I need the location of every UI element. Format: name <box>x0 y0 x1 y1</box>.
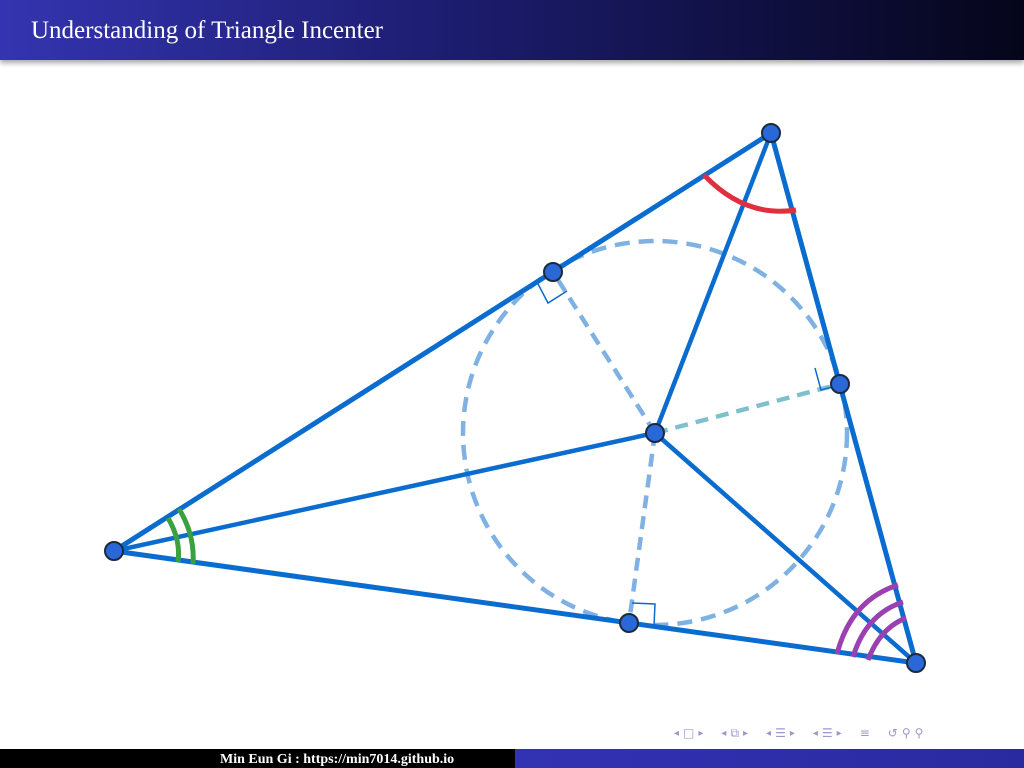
slide-icon[interactable]: ☰ <box>822 726 833 740</box>
section-icon[interactable]: ☰ <box>775 726 786 740</box>
bisector-from-left-vertex <box>113 430 656 554</box>
vertex-right <box>906 653 926 673</box>
footer-author: Min Eun Gi : https://min7014.github.io <box>220 752 455 767</box>
appendix-icon[interactable]: ≡ <box>860 726 870 740</box>
nav-slide-group[interactable]: ◂ ☰ ▸ <box>811 726 844 740</box>
radius-to-bottom-tangent <box>626 432 658 624</box>
beamer-navigation: ◂ □ ▸ ◂ ⧉ ▸ ◂ ☰ ▸ ◂ ☰ ▸ ≡ ↺ ⚲ ⚲ <box>672 724 939 742</box>
arrow-right-icon[interactable]: ▸ <box>837 728 842 739</box>
vertex-left <box>104 541 124 561</box>
vertex-top <box>761 123 781 143</box>
back-icon[interactable]: ↺ <box>888 726 898 740</box>
search-forward-icon[interactable]: ⚲ <box>915 726 924 740</box>
incenter-point <box>645 423 665 443</box>
slide: Understanding of Triangle Incenter ◂ □ ▸… <box>0 0 1024 768</box>
footer-right <box>515 749 1024 768</box>
arrow-right-icon[interactable]: ▸ <box>743 728 748 739</box>
arrow-right-icon[interactable]: ▸ <box>698 728 703 739</box>
footer-left: Min Eun Gi : https://min7014.github.io <box>0 749 515 768</box>
nav-subsection-group[interactable]: ◂ ⧉ ▸ <box>719 726 750 741</box>
nav-appendix[interactable]: ≡ <box>858 726 872 740</box>
frame-icon[interactable]: □ <box>683 726 694 740</box>
radius-to-right-tangent <box>654 381 841 436</box>
tangent-point-top <box>543 262 563 282</box>
arrow-left-icon[interactable]: ◂ <box>813 728 818 739</box>
radius-to-top-tangent <box>551 270 657 435</box>
subsection-icon[interactable]: ⧉ <box>730 726 739 741</box>
search-icon[interactable]: ⚲ <box>902 726 911 740</box>
nav-section-group[interactable]: ◂ ☰ ▸ <box>764 726 797 740</box>
tangent-point-right <box>830 374 850 394</box>
bisector-from-top-vertex <box>652 132 774 434</box>
footer-bar: Min Eun Gi : https://min7014.github.io <box>0 749 1024 768</box>
arrow-left-icon[interactable]: ◂ <box>674 728 679 739</box>
nav-search-group[interactable]: ↺ ⚲ ⚲ <box>886 726 926 740</box>
tangent-point-bottom <box>619 613 639 633</box>
arrow-right-icon[interactable]: ▸ <box>790 728 795 739</box>
incenter-diagram <box>104 123 926 673</box>
arrow-left-icon[interactable]: ◂ <box>721 728 726 739</box>
nav-frame-group[interactable]: ◂ □ ▸ <box>672 726 705 740</box>
arrow-left-icon[interactable]: ◂ <box>766 728 771 739</box>
bisector-from-right-vertex <box>653 431 918 665</box>
